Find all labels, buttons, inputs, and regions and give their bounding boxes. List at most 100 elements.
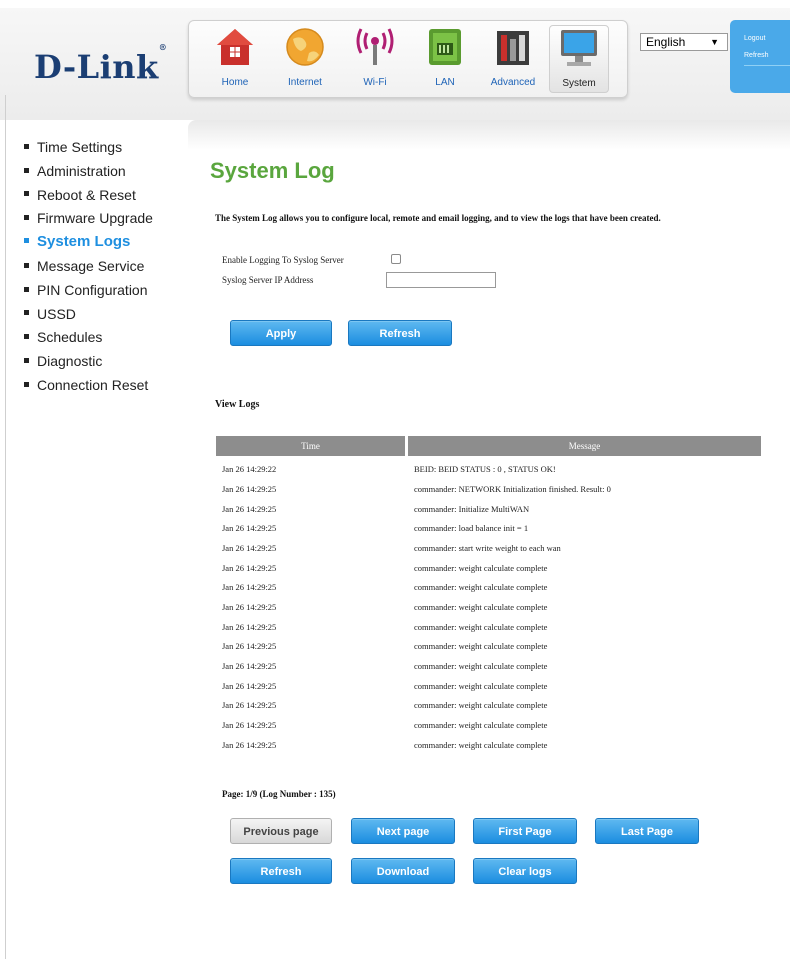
log-message: commander: start write weight to each wa… bbox=[414, 543, 561, 553]
bullet-icon bbox=[24, 334, 29, 340]
chevron-down-icon: ▼ bbox=[710, 37, 719, 47]
sidebar-item-connection-reset[interactable]: Connection Reset bbox=[24, 375, 184, 399]
left-border bbox=[5, 95, 6, 959]
log-message: commander: weight calculate complete bbox=[414, 602, 548, 612]
log-time: Jan 26 14:29:25 bbox=[222, 503, 277, 514]
nav-system[interactable]: System bbox=[549, 25, 609, 93]
refresh-link[interactable]: Refresh bbox=[744, 52, 769, 59]
sidebar-item-firmware-upgrade[interactable]: Firmware Upgrade bbox=[24, 208, 184, 232]
computer-icon bbox=[561, 30, 597, 66]
tools-icon bbox=[497, 31, 529, 65]
download-button[interactable]: Download bbox=[351, 858, 455, 884]
nav-home[interactable]: Home bbox=[205, 25, 265, 93]
session-panel: Logout Refresh bbox=[730, 20, 790, 93]
log-message: commander: weight calculate complete bbox=[414, 562, 548, 573]
log-time: Jan 26 14:29:25 bbox=[222, 602, 277, 612]
log-time: Jan 26 14:29:25 bbox=[222, 739, 277, 750]
wifi-icon bbox=[356, 28, 394, 65]
log-time: Jan 26 14:29:25 bbox=[222, 700, 277, 710]
nav-label: Internet bbox=[288, 77, 322, 88]
logout-link[interactable]: Logout bbox=[744, 35, 765, 42]
sidebar-item-schedules[interactable]: Schedules bbox=[24, 327, 184, 351]
bullet-icon bbox=[24, 143, 29, 149]
sidebar-menu: Time Settings Administration Reboot & Re… bbox=[24, 137, 184, 399]
nav-label: LAN bbox=[435, 77, 455, 88]
bullet-icon bbox=[24, 191, 29, 197]
log-time: Jan 26 14:29:22 bbox=[222, 464, 277, 474]
log-message: commander: weight calculate complete bbox=[414, 720, 548, 730]
column-header-time: Time bbox=[216, 436, 405, 456]
log-message: commander: Initialize MultiWAN bbox=[414, 503, 530, 514]
sidebar-item-diagnostic[interactable]: Diagnostic bbox=[24, 351, 184, 375]
enable-logging-checkbox[interactable] bbox=[391, 254, 401, 264]
nav-lan[interactable]: LAN bbox=[415, 25, 475, 93]
bullet-icon bbox=[24, 215, 29, 221]
nav-label: System bbox=[562, 78, 596, 89]
next-page-button[interactable]: Next page bbox=[351, 818, 455, 844]
content-shade bbox=[188, 120, 790, 150]
nav-wifi[interactable]: Wi-Fi bbox=[345, 25, 405, 93]
bullet-icon bbox=[24, 286, 29, 292]
language-value: English bbox=[646, 35, 686, 49]
top-strip bbox=[0, 0, 790, 8]
log-time: Jan 26 14:29:25 bbox=[222, 543, 277, 553]
refresh-settings-button[interactable]: Refresh bbox=[348, 320, 452, 346]
main-nav: Home Internet Wi-Fi LAN Advanced System bbox=[188, 20, 628, 98]
bullet-icon bbox=[24, 167, 29, 173]
sidebar-item-message-service[interactable]: Message Service bbox=[24, 256, 184, 280]
page-title: System Log bbox=[210, 158, 335, 183]
refresh-logs-button[interactable]: Refresh bbox=[230, 858, 332, 884]
log-time: Jan 26 14:29:25 bbox=[222, 523, 277, 533]
bullet-icon bbox=[24, 310, 29, 316]
log-message: commander: weight calculate complete bbox=[414, 680, 548, 691]
log-message: commander: load balance init = 1 bbox=[414, 523, 529, 533]
nav-label: Wi-Fi bbox=[363, 77, 387, 88]
page-info: Page: 1/9 (Log Number : 135) bbox=[222, 789, 336, 799]
log-time: Jan 26 14:29:25 bbox=[222, 641, 277, 651]
sidebar-item-administration[interactable]: Administration bbox=[24, 161, 184, 185]
globe-icon bbox=[286, 28, 324, 66]
bullet-icon bbox=[24, 237, 29, 243]
apply-button[interactable]: Apply bbox=[230, 320, 332, 346]
clear-logs-button[interactable]: Clear logs bbox=[473, 858, 577, 884]
log-time: Jan 26 14:29:25 bbox=[222, 720, 277, 730]
last-page-button[interactable]: Last Page bbox=[595, 818, 699, 844]
log-message: commander: weight calculate complete bbox=[414, 621, 548, 632]
bullet-icon bbox=[24, 262, 29, 268]
previous-page-button[interactable]: Previous page bbox=[230, 818, 332, 844]
home-icon bbox=[217, 29, 253, 65]
sidebar-item-reboot-reset[interactable]: Reboot & Reset bbox=[24, 185, 184, 209]
column-header-message: Message bbox=[408, 436, 761, 456]
nav-internet[interactable]: Internet bbox=[275, 25, 335, 93]
syslog-ip-input[interactable] bbox=[386, 272, 496, 288]
log-time: Jan 26 14:29:25 bbox=[222, 661, 277, 671]
log-time: Jan 26 14:29:25 bbox=[222, 562, 277, 573]
view-logs-heading: View Logs bbox=[215, 399, 260, 410]
sidebar-item-pin-configuration[interactable]: PIN Configuration bbox=[24, 280, 184, 304]
lan-icon bbox=[429, 29, 461, 65]
log-message: commander: weight calculate complete bbox=[414, 641, 548, 651]
sidebar-item-ussd[interactable]: USSD bbox=[24, 304, 184, 328]
nav-advanced[interactable]: Advanced bbox=[483, 25, 543, 93]
page-description: The System Log allows you to configure l… bbox=[215, 213, 661, 223]
nav-label: Home bbox=[221, 77, 249, 88]
log-time: Jan 26 14:29:25 bbox=[222, 621, 277, 632]
log-time: Jan 26 14:29:25 bbox=[222, 680, 277, 691]
log-message: BEID: BEID STATUS : 0 , STATUS OK! bbox=[414, 464, 556, 474]
bullet-icon bbox=[24, 381, 29, 387]
log-message: commander: weight calculate complete bbox=[414, 700, 548, 710]
sidebar-item-time-settings[interactable]: Time Settings bbox=[24, 137, 184, 161]
log-message: commander: NETWORK Initialization finish… bbox=[414, 484, 611, 494]
sidebar-item-system-logs[interactable]: System Logs bbox=[24, 232, 184, 256]
syslog-ip-label: Syslog Server IP Address bbox=[222, 275, 314, 285]
log-message: commander: weight calculate complete bbox=[414, 739, 548, 750]
bullet-icon bbox=[24, 357, 29, 363]
language-select[interactable]: English ▼ bbox=[640, 33, 728, 51]
divider bbox=[744, 65, 790, 66]
first-page-button[interactable]: First Page bbox=[473, 818, 577, 844]
log-time: Jan 26 14:29:25 bbox=[222, 484, 277, 494]
enable-logging-label: Enable Logging To Syslog Server bbox=[222, 255, 344, 265]
log-message: commander: weight calculate complete bbox=[414, 582, 548, 592]
log-message: commander: weight calculate complete bbox=[414, 661, 548, 671]
log-time: Jan 26 14:29:25 bbox=[222, 582, 277, 592]
